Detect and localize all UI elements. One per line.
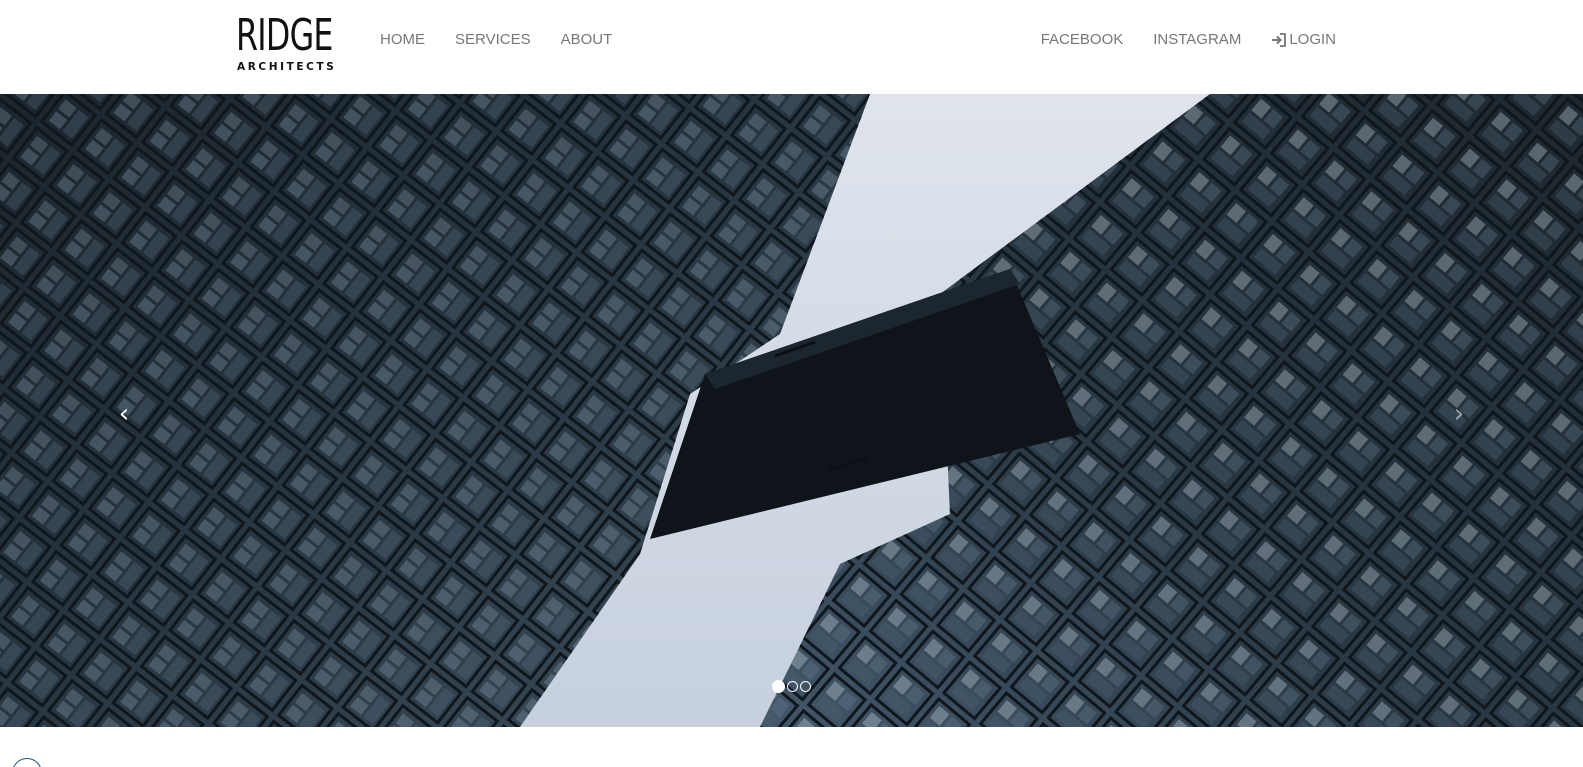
carousel-indicator-2[interactable] <box>787 681 798 692</box>
nav-about[interactable]: ABOUT <box>561 30 613 50</box>
hero-carousel: ‹ › <box>0 94 1583 727</box>
nav-facebook[interactable]: FACEBOOK <box>1041 30 1124 50</box>
carousel-prev-button[interactable]: ‹ <box>104 394 144 434</box>
carousel-indicator-3[interactable] <box>800 681 811 692</box>
circle-icon <box>12 758 42 767</box>
carousel-indicator-1[interactable] <box>772 680 785 693</box>
nav-services[interactable]: SERVICES <box>455 30 531 50</box>
carousel-indicators <box>772 680 811 693</box>
nav-login-label: LOGIN <box>1289 31 1336 48</box>
nav-instagram[interactable]: INSTAGRAM <box>1153 30 1241 50</box>
content-section <box>0 727 1583 767</box>
carousel-next-button[interactable]: › <box>1439 394 1479 434</box>
login-icon <box>1272 33 1287 47</box>
carousel-slide-image <box>0 94 1583 727</box>
nav-home[interactable]: HOME <box>380 30 425 50</box>
secondary-nav: FACEBOOK INSTAGRAM LOGIN <box>1011 30 1336 50</box>
navbar: RIDGE ARCHITECTS HOME SERVICES ABOUT FAC… <box>0 0 1583 94</box>
brand-name: RIDGE <box>236 10 333 61</box>
brand-tagline: ARCHITECTS <box>237 61 337 73</box>
nav-login[interactable]: LOGIN <box>1271 30 1336 50</box>
primary-nav: HOME SERVICES ABOUT <box>380 30 642 50</box>
brand-logo[interactable]: RIDGE ARCHITECTS <box>236 10 334 74</box>
